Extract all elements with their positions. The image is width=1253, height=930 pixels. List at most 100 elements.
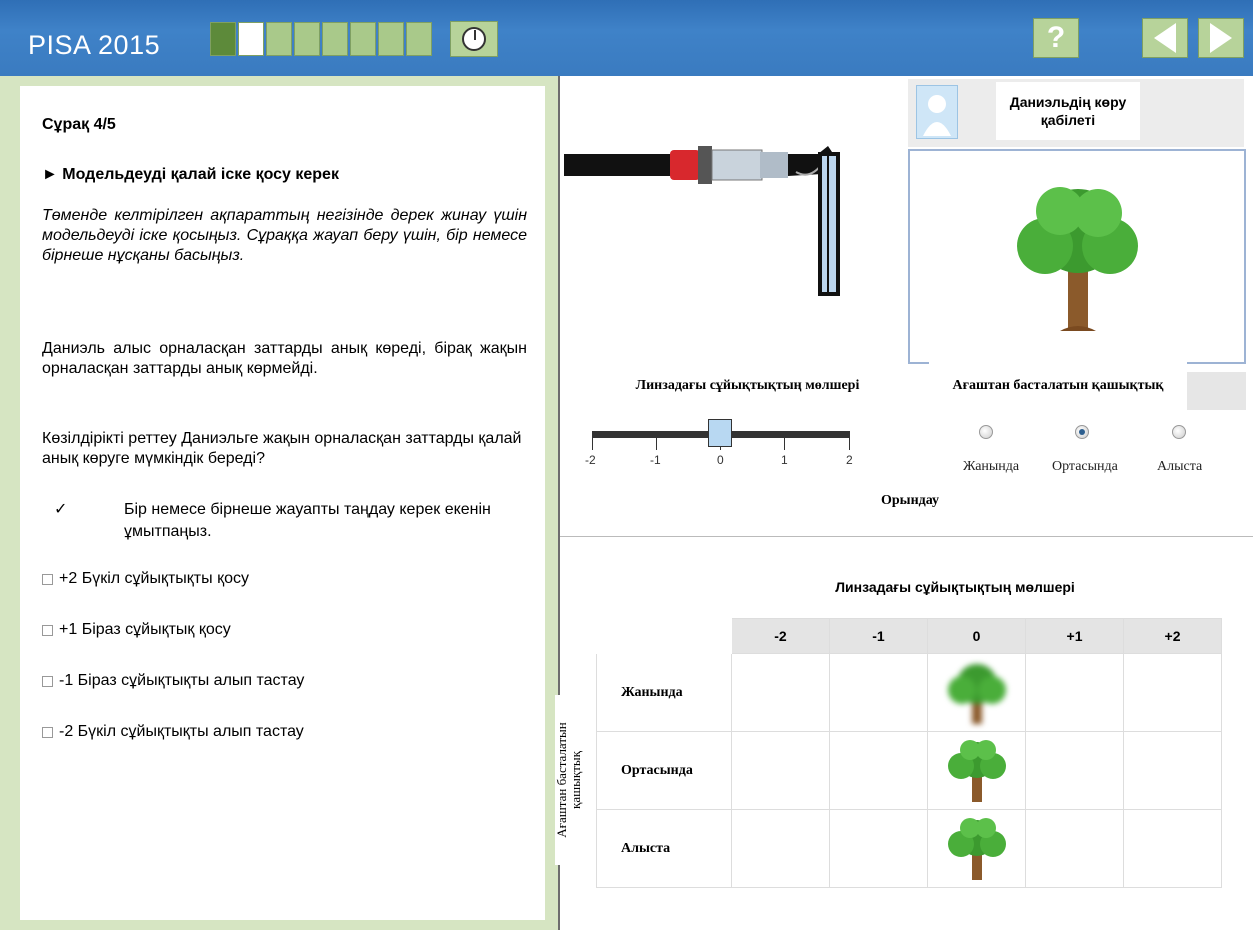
distance-radio-far[interactable] — [1172, 425, 1186, 439]
result-cell — [1025, 653, 1124, 732]
tree-icon — [947, 740, 1006, 802]
question-progress — [210, 22, 432, 56]
lens-liquid-label: Линзадағы сұйықтықтың мөлшері — [635, 378, 860, 393]
result-cell — [731, 809, 830, 888]
row-header: Ортасында — [596, 731, 732, 810]
answer-option[interactable]: +2 Бүкіл сұйықтықты қосу — [42, 570, 249, 588]
person-icon — [923, 95, 951, 136]
question-prompt: Көзілдірікті реттеу Даниэльге жақын орна… — [42, 430, 522, 467]
arrow-right-icon — [1210, 23, 1232, 53]
column-header: +1 — [1025, 618, 1124, 654]
result-cell — [1123, 731, 1222, 810]
checkbox[interactable] — [42, 675, 53, 687]
slider-tick — [592, 438, 593, 450]
result-cell — [829, 731, 928, 810]
simulation-panel: Даниэльдің көру қабілеті Линзадағы сұйық… — [554, 76, 1253, 930]
table-row: Жанында — [596, 653, 1222, 732]
distance-option-label: Алыста — [1157, 459, 1203, 474]
result-cell — [829, 809, 928, 888]
slider-tick — [784, 438, 785, 450]
result-cell — [731, 653, 830, 732]
result-cell — [1025, 731, 1124, 810]
next-button[interactable] — [1198, 18, 1244, 58]
slider-tick-label: 1 — [781, 453, 788, 467]
divider — [560, 536, 1253, 537]
column-header: -2 — [731, 618, 830, 654]
question-title: ► Модельдеуді қалай іске қосу керек — [42, 166, 339, 183]
result-cell — [927, 653, 1026, 732]
check-icon: ✓ — [54, 501, 68, 518]
results-row-axis-label: Ағаштан басталатын қашықтық — [554, 695, 583, 865]
answer-hint: ✓ Бір немесе бірнеше жауапты таңдау кере… — [42, 499, 527, 543]
glasses-syringe-illustration — [564, 146, 840, 296]
result-cell — [927, 809, 1026, 888]
column-header: -1 — [829, 618, 928, 654]
progress-segment — [322, 22, 348, 56]
slider-tick — [849, 438, 850, 450]
result-cell — [927, 731, 1026, 810]
slider-tick-label: 2 — [846, 453, 853, 467]
top-bar: PISA 2015 ? — [0, 0, 1253, 76]
checkbox[interactable] — [42, 573, 53, 585]
progress-segment — [266, 22, 292, 56]
progress-segment — [406, 22, 432, 56]
answer-option-label: -2 Бүкіл сұйықтықты алып тастау — [59, 723, 304, 740]
blurry-tree-icon — [947, 664, 1006, 724]
question-intro: Төменде келтірілген ақпараттың негізінде… — [42, 207, 527, 264]
distance-label: Ағаштан басталатын қашықтық — [929, 362, 1187, 410]
distance-radio-near[interactable] — [979, 425, 993, 439]
slider-tick-label: -2 — [585, 453, 596, 467]
avatar — [916, 85, 958, 139]
result-cell — [1123, 809, 1222, 888]
answer-option-label: -1 Біраз сұйықтықты алып тастау — [59, 672, 305, 689]
answer-option-label: +2 Бүкіл сұйықтықты қосу — [59, 570, 249, 587]
results-header-row: -2 -1 0 +1 +2 — [596, 618, 1222, 654]
results-table: -2 -1 0 +1 +2 Жанында Ортасында Алыста — [596, 618, 1222, 888]
answer-option[interactable]: -1 Біраз сұйықтықты алып тастау — [42, 672, 304, 690]
arrow-left-icon — [1154, 23, 1176, 53]
table-row: Ортасында — [596, 731, 1222, 810]
lens-slider-handle[interactable] — [708, 419, 732, 447]
result-cell — [1025, 809, 1124, 888]
vision-header: Даниэльдің көру қабілеті — [908, 79, 1244, 147]
table-row: Алыста — [596, 809, 1222, 888]
answer-option-label: +1 Біраз сұйықтық қосу — [59, 621, 231, 638]
clock-icon — [462, 27, 486, 51]
question-number: Сұрақ 4/5 — [42, 116, 116, 133]
previous-button[interactable] — [1142, 18, 1188, 58]
question-content: Сұрақ 4/5 ► Модельдеуді қалай іске қосу … — [20, 86, 545, 920]
table-corner — [596, 618, 732, 654]
answer-hint-text: Бір немесе бірнеше жауапты таңдау керек … — [124, 501, 491, 540]
question-context: Даниэль алыс орналасқан заттарды анық кө… — [42, 340, 527, 377]
timer-button[interactable] — [450, 21, 498, 57]
distance-option-label: Ортасында — [1052, 459, 1118, 474]
help-button[interactable]: ? — [1033, 18, 1079, 58]
checkbox[interactable] — [42, 726, 53, 738]
result-cell — [1123, 653, 1222, 732]
tree-icon — [947, 818, 1006, 880]
slider-tick — [656, 438, 657, 450]
checkbox[interactable] — [42, 624, 53, 636]
question-panel: Сұрақ 4/5 ► Модельдеуді қалай іске қосу … — [0, 76, 558, 930]
result-cell — [829, 653, 928, 732]
result-cell — [731, 731, 830, 810]
column-header: +2 — [1123, 618, 1222, 654]
app-title: PISA 2015 — [28, 30, 161, 60]
results-title: Линзадағы сұйықтықтың мөлшері — [835, 579, 1075, 595]
answer-option[interactable]: +1 Біраз сұйықтық қосу — [42, 621, 231, 639]
distance-radio-middle[interactable] — [1075, 425, 1089, 439]
progress-segment — [350, 22, 376, 56]
slider-tick-label: 0 — [717, 453, 724, 467]
run-button[interactable]: Орындау — [850, 493, 970, 509]
row-header: Жанында — [596, 653, 732, 732]
row-header: Алыста — [596, 809, 732, 888]
progress-segment — [210, 22, 236, 56]
distance-option-label: Жанында — [963, 459, 1020, 474]
answer-option[interactable]: -2 Бүкіл сұйықтықты алып тастау — [42, 723, 304, 741]
tree-image — [1017, 187, 1138, 331]
column-header: 0 — [927, 618, 1026, 654]
vision-view — [908, 149, 1246, 364]
simulation-area: Даниэльдің көру қабілеті Линзадағы сұйық… — [560, 76, 1253, 536]
vision-title: Даниэльдің көру қабілеті — [996, 82, 1140, 140]
slider-tick-label: -1 — [650, 453, 661, 467]
